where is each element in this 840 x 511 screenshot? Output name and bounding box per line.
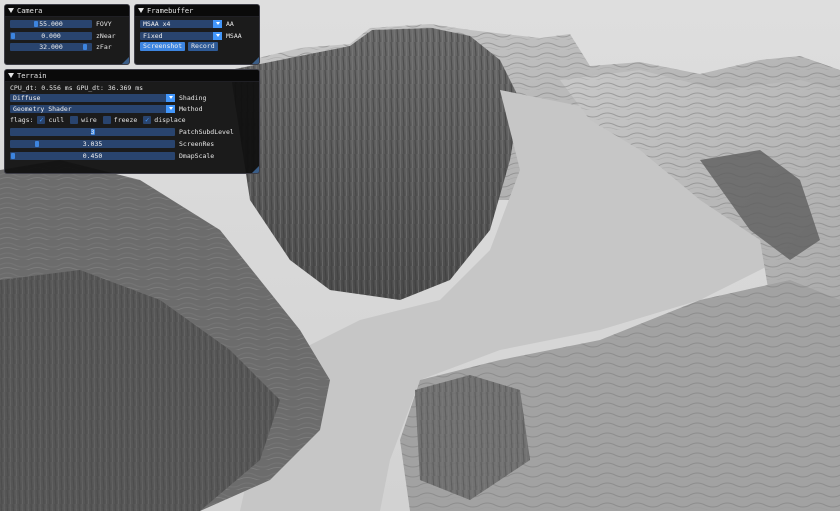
resize-grip-icon[interactable] [252, 166, 259, 173]
screen-res-slider[interactable]: 3.035 [10, 139, 175, 148]
framebuffer-title: Framebuffer [147, 6, 194, 15]
fovy-slider[interactable]: 55.000 [10, 19, 92, 28]
resize-grip-icon[interactable] [252, 57, 259, 64]
camera-title: Camera [17, 6, 43, 15]
dmap-scale-value: 0.450 [82, 151, 103, 160]
shading-value: Diffuse [13, 93, 41, 102]
zfar-slider[interactable]: 32.000 [10, 42, 92, 51]
terrain-titlebar[interactable]: Terrain [5, 70, 259, 82]
fovy-value: 55.000 [39, 19, 63, 28]
freeze-label: freeze [113, 115, 138, 124]
znear-value: 0.000 [41, 31, 61, 40]
terrain-title: Terrain [17, 71, 47, 80]
method-combo[interactable]: Geometry Shader [10, 104, 175, 113]
camera-titlebar[interactable]: Camera [5, 5, 129, 17]
zfar-label: zFar [96, 42, 112, 51]
cull-label: cull [48, 115, 65, 124]
wire-checkbox[interactable] [70, 115, 79, 124]
msaa-label: MSAA [226, 31, 242, 40]
shading-label: Shading [179, 93, 207, 102]
dropdown-arrow-icon[interactable] [213, 19, 222, 28]
cull-checkbox[interactable]: ✓ [37, 115, 46, 124]
dropdown-arrow-icon[interactable] [213, 31, 222, 40]
displace-checkbox[interactable]: ✓ [143, 115, 152, 124]
displace-label: displace [154, 115, 186, 124]
screen-res-value: 3.035 [82, 139, 103, 148]
fovy-label: FOVY [96, 19, 112, 28]
flags-label: flags: [10, 115, 34, 124]
dropdown-arrow-icon[interactable] [166, 93, 175, 102]
resize-grip-icon[interactable] [122, 57, 129, 64]
dmap-scale-slider[interactable]: 0.450 [10, 151, 175, 160]
collapse-arrow-icon[interactable] [138, 8, 144, 13]
framebuffer-titlebar[interactable]: Framebuffer [135, 5, 259, 17]
znear-slider[interactable]: 0.000 [10, 31, 92, 40]
terrain-window[interactable]: Terrain CPU_dt: 0.556 ms GPU_dt: 36.369 … [4, 69, 260, 174]
patch-subd-value: 3 [90, 127, 95, 136]
screenshot-button[interactable]: Screenshot [140, 42, 186, 51]
wire-label: wire [81, 115, 97, 124]
zfar-value: 32.000 [39, 42, 63, 51]
dmap-scale-label: DmapScale [179, 151, 215, 160]
patch-subd-label: PatchSubdLevel [179, 127, 234, 136]
camera-window[interactable]: Camera 55.000 FOVY 0.000 zNear 32.000 zF… [4, 4, 130, 65]
shading-combo[interactable]: Diffuse [10, 93, 175, 102]
aa-combo[interactable]: MSAA x4 [140, 19, 222, 28]
collapse-arrow-icon[interactable] [8, 8, 14, 13]
znear-label: zNear [96, 31, 116, 40]
aa-label: AA [226, 19, 234, 28]
msaa-value: Fixed [143, 31, 163, 40]
record-button[interactable]: Record [188, 42, 218, 51]
dropdown-arrow-icon[interactable] [166, 104, 175, 113]
method-label: Method [179, 104, 203, 113]
framebuffer-window[interactable]: Framebuffer MSAA x4 AA Fixed MSAA Screen… [134, 4, 260, 65]
msaa-combo[interactable]: Fixed [140, 31, 222, 40]
method-value: Geometry Shader [13, 104, 72, 113]
timing-text: CPU_dt: 0.556 ms GPU_dt: 36.369 ms [10, 83, 144, 92]
freeze-checkbox[interactable] [102, 115, 111, 124]
aa-value: MSAA x4 [143, 19, 171, 28]
patch-subd-slider[interactable]: 3 [10, 127, 175, 136]
collapse-arrow-icon[interactable] [8, 73, 14, 78]
screen-res-label: ScreenRes [179, 139, 215, 148]
